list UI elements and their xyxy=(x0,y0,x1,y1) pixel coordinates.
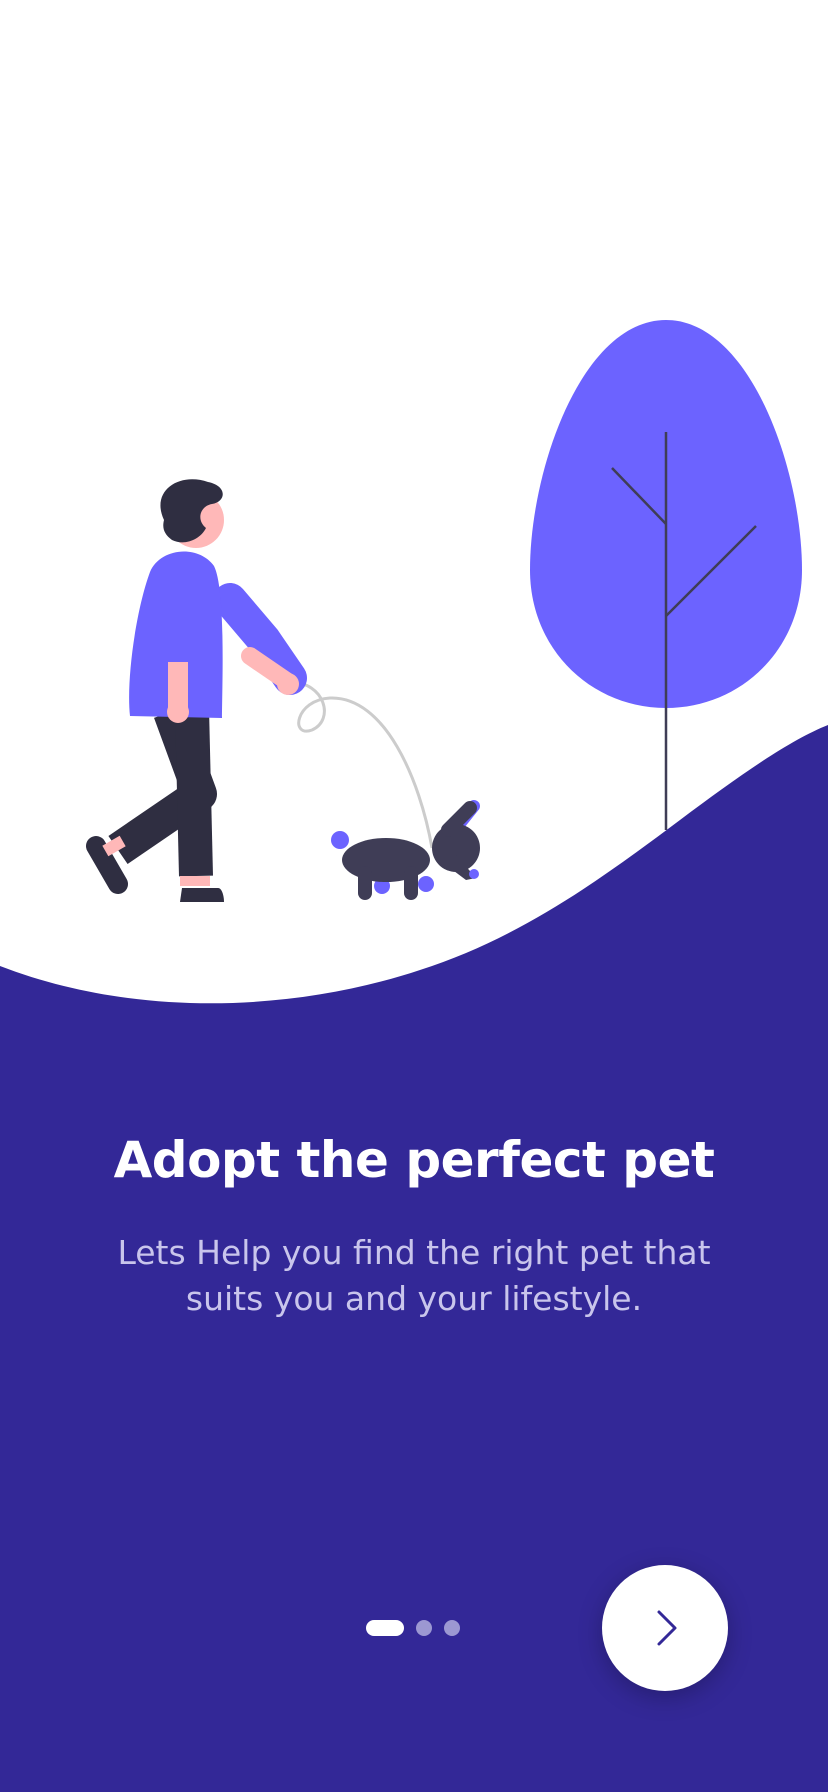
onboarding-illustration xyxy=(0,320,828,1792)
person-walking-dog-illustration xyxy=(86,479,307,902)
onboarding-screen: Adopt the perfect pet Lets Help you find… xyxy=(0,0,828,1792)
onboarding-title: Adopt the perfect pet xyxy=(113,1131,715,1189)
page-indicator xyxy=(366,1619,460,1637)
leash-line xyxy=(289,680,434,849)
page-dot[interactable] xyxy=(416,1620,432,1636)
chevron-right-icon xyxy=(657,1610,677,1646)
next-button[interactable] xyxy=(602,1565,728,1691)
tree-illustration xyxy=(530,320,802,830)
onboarding-content: Adopt the perfect pet Lets Help you find… xyxy=(0,1120,828,1322)
dog-illustration xyxy=(331,800,480,900)
page-dot[interactable] xyxy=(444,1620,460,1636)
page-dot-active[interactable] xyxy=(366,1620,404,1636)
onboarding-subtitle: Lets Help you find the right pet that su… xyxy=(117,1233,711,1318)
